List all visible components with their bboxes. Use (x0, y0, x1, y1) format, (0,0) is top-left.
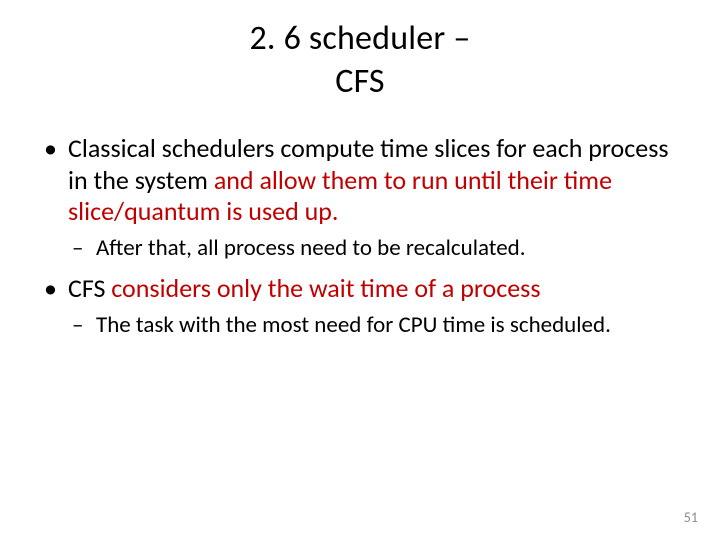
sub-list-2: The task with the most need for CPU time… (68, 311, 680, 340)
sub-list-1: After that, all process need to be recal… (68, 234, 680, 263)
bullet-item-2: CFS considers only the wait time of a pr… (40, 273, 680, 339)
sub-item-2: The task with the most need for CPU time… (68, 311, 680, 340)
bullet-2-accent: considers only the wait time of a proces… (111, 272, 540, 304)
title-line-2: CFS (335, 61, 385, 102)
sub-item-1: After that, all process need to be recal… (68, 234, 680, 263)
bullet-item-1: Classical schedulers compute time slices… (40, 133, 680, 263)
title-line-1: 2. 6 scheduler – (250, 18, 471, 59)
page-number: 51 (684, 509, 698, 526)
slide-title: 2. 6 scheduler – CFS (40, 18, 680, 103)
bullet-list: Classical schedulers compute time slices… (40, 133, 680, 339)
slide: 2. 6 scheduler – CFS Classical scheduler… (0, 0, 720, 540)
bullet-2-text: CFS (68, 272, 111, 304)
